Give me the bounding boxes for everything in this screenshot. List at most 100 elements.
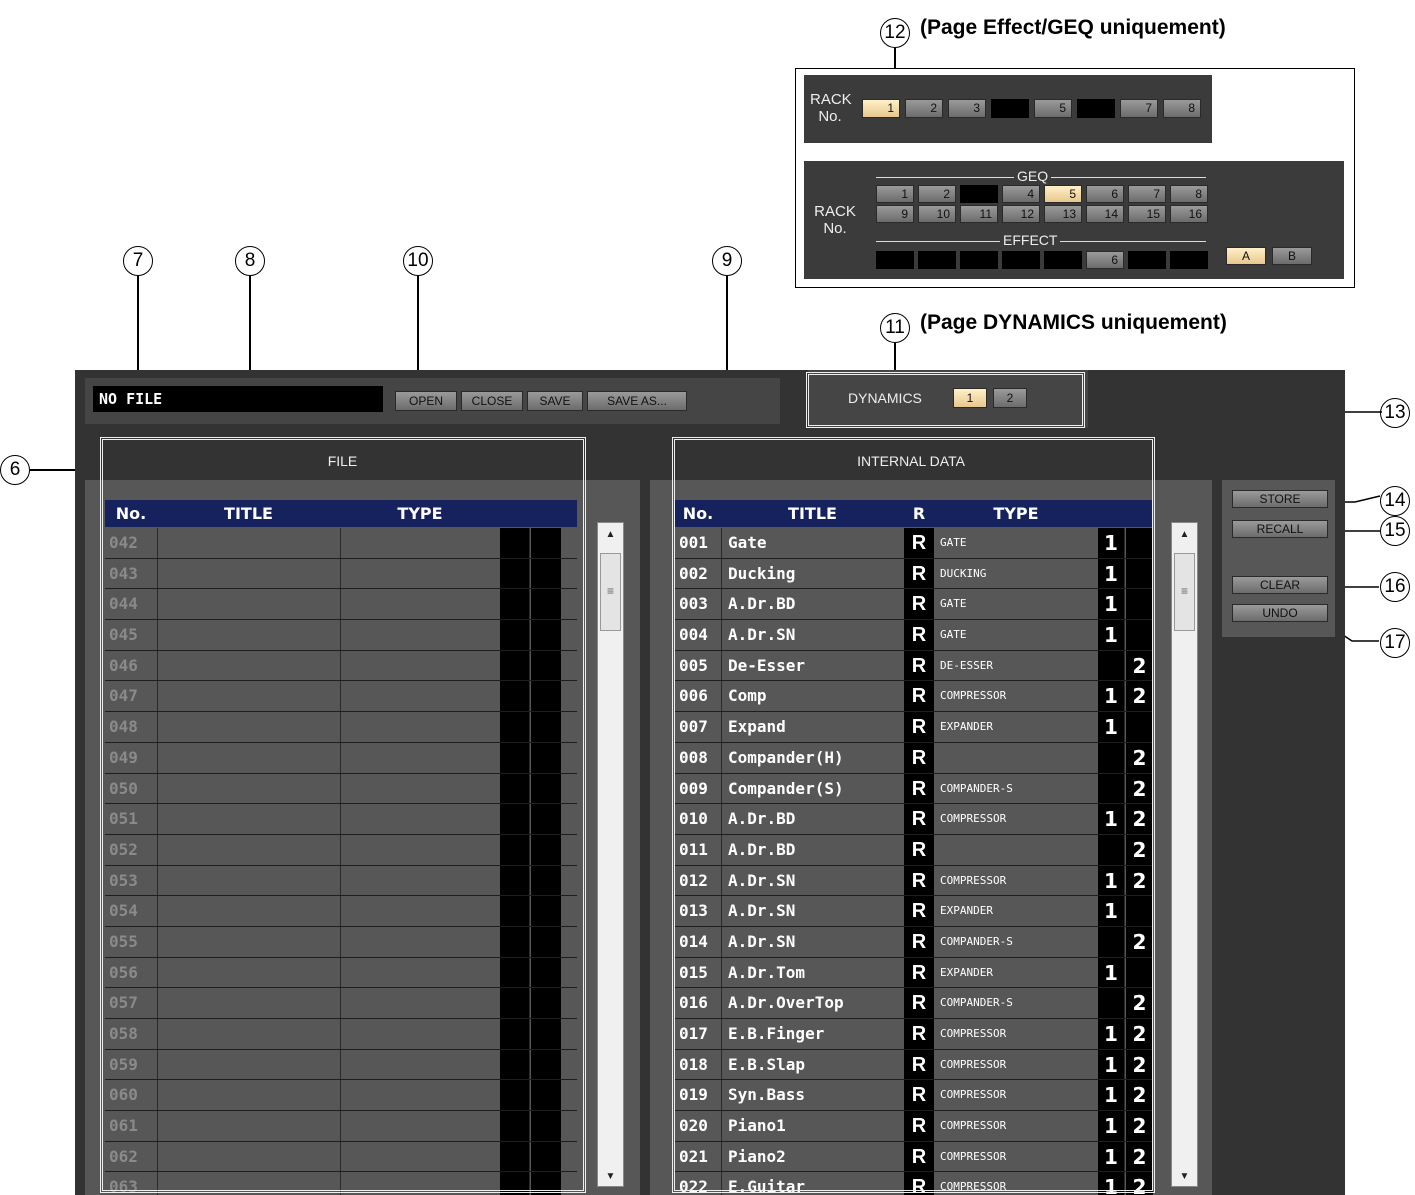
geq-button-4[interactable]: 4 bbox=[1002, 185, 1040, 203]
table-row[interactable]: 002 Ducking R DUCKING 1 bbox=[675, 558, 1153, 590]
table-row[interactable]: 063 bbox=[105, 1172, 577, 1195]
divider bbox=[157, 742, 158, 773]
table-row[interactable]: 019 Syn.Bass R COMPRESSOR 1 2 bbox=[675, 1080, 1153, 1112]
geq-button-14[interactable]: 14 bbox=[1086, 205, 1124, 223]
rack-button-5[interactable]: 5 bbox=[1034, 99, 1072, 118]
table-row[interactable]: 056 bbox=[105, 957, 577, 989]
callout-6: 6 bbox=[0, 455, 30, 485]
table-row[interactable]: 009 Compander(S) R COMPANDER-S 2 bbox=[675, 773, 1153, 805]
table-row[interactable]: 003 A.Dr.BD R GATE 1 bbox=[675, 589, 1153, 621]
table-row[interactable]: 054 bbox=[105, 896, 577, 927]
table-row[interactable]: 010 A.Dr.BD R COMPRESSOR 1 2 bbox=[675, 804, 1153, 835]
table-row[interactable]: 053 bbox=[105, 865, 577, 897]
table-row[interactable]: 060 bbox=[105, 1080, 577, 1112]
dynamics-1-button[interactable]: 1 bbox=[953, 388, 987, 408]
geq-button-15[interactable]: 15 bbox=[1128, 205, 1166, 223]
geq-button-9[interactable]: 9 bbox=[876, 205, 914, 223]
rack-button-3[interactable]: 3 bbox=[948, 99, 986, 118]
table-row[interactable]: 004 A.Dr.SN R GATE 1 bbox=[675, 620, 1153, 651]
geq-button-10[interactable]: 10 bbox=[918, 205, 956, 223]
recall-button[interactable]: RECALL bbox=[1232, 520, 1328, 538]
file-scrollbar[interactable]: ▲ ≡ ▼ bbox=[597, 522, 624, 1187]
divider bbox=[340, 712, 341, 742]
save-button[interactable]: SAVE bbox=[527, 391, 583, 411]
table-row[interactable]: 057 bbox=[105, 988, 577, 1019]
geq-button-11[interactable]: 11 bbox=[960, 205, 998, 223]
table-row[interactable]: 006 Comp R COMPRESSOR 1 2 bbox=[675, 681, 1153, 713]
save-as-button[interactable]: SAVE AS... bbox=[587, 391, 687, 411]
table-row[interactable]: 059 bbox=[105, 1049, 577, 1081]
geq-button-13[interactable]: 13 bbox=[1044, 205, 1082, 223]
table-row[interactable]: 048 bbox=[105, 712, 577, 743]
table-row[interactable]: 020 Piano1 R COMPRESSOR 1 2 bbox=[675, 1111, 1153, 1142]
table-row[interactable]: 058 bbox=[105, 1019, 577, 1050]
row-number: 002 bbox=[679, 563, 708, 583]
table-row[interactable]: 017 E.B.Finger R COMPRESSOR 1 2 bbox=[675, 1019, 1153, 1050]
internal-scroll-thumb[interactable]: ≡ bbox=[1174, 553, 1195, 631]
undo-button[interactable]: UNDO bbox=[1232, 604, 1328, 622]
table-row[interactable]: 061 bbox=[105, 1111, 577, 1142]
table-row[interactable]: 052 bbox=[105, 834, 577, 866]
close-button[interactable]: CLOSE bbox=[461, 391, 523, 411]
table-row[interactable]: 008 Compander(H) R 2 bbox=[675, 742, 1153, 774]
flag-2: 2 bbox=[1126, 773, 1153, 804]
geq-button-8[interactable]: 8 bbox=[1170, 185, 1208, 203]
store-button[interactable]: STORE bbox=[1232, 490, 1328, 508]
rack-button-8[interactable]: 8 bbox=[1163, 99, 1201, 118]
table-row[interactable]: 047 bbox=[105, 681, 577, 713]
table-row[interactable]: 005 De-Esser R DE-ESSER 2 bbox=[675, 650, 1153, 682]
table-row[interactable]: 012 A.Dr.SN R COMPRESSOR 1 2 bbox=[675, 865, 1153, 897]
table-row[interactable]: 042 bbox=[105, 528, 577, 559]
table-row[interactable]: 007 Expand R EXPANDER 1 bbox=[675, 712, 1153, 743]
table-row[interactable]: 018 E.B.Slap R COMPRESSOR 1 2 bbox=[675, 1049, 1153, 1081]
row-number: 059 bbox=[109, 1054, 138, 1074]
rack-button-1[interactable]: 1 bbox=[862, 99, 900, 118]
flag-1: 1 bbox=[1098, 1019, 1125, 1049]
effect-button-6[interactable]: 6 bbox=[1086, 251, 1124, 269]
row-number: 007 bbox=[679, 717, 708, 737]
ab-button-a[interactable]: A bbox=[1226, 247, 1266, 265]
geq-button-7[interactable]: 7 bbox=[1128, 185, 1166, 203]
geq-button-5[interactable]: 5 bbox=[1044, 185, 1082, 203]
table-row[interactable]: 016 A.Dr.OverTop R COMPANDER-S 2 bbox=[675, 988, 1153, 1019]
internal-scrollbar[interactable]: ▲ ≡ ▼ bbox=[1171, 522, 1198, 1187]
scroll-down-icon[interactable]: ▼ bbox=[598, 1171, 623, 1182]
table-row[interactable]: 050 bbox=[105, 773, 577, 805]
geq-button-12[interactable]: 12 bbox=[1002, 205, 1040, 223]
table-row[interactable]: 062 bbox=[105, 1141, 577, 1173]
divider bbox=[340, 957, 341, 988]
table-row[interactable]: 022 E.Guitar R COMPRESSOR 1 2 bbox=[675, 1172, 1153, 1195]
geq-button-1[interactable]: 1 bbox=[876, 185, 914, 203]
geq-button-16[interactable]: 16 bbox=[1170, 205, 1208, 223]
geq-button-2[interactable]: 2 bbox=[918, 185, 956, 203]
table-row[interactable]: 044 bbox=[105, 589, 577, 621]
table-row[interactable]: 046 bbox=[105, 650, 577, 682]
table-row[interactable]: 049 bbox=[105, 742, 577, 774]
table-row[interactable]: 015 A.Dr.Tom R EXPANDER 1 bbox=[675, 957, 1153, 989]
table-row[interactable]: 013 A.Dr.SN R EXPANDER 1 bbox=[675, 896, 1153, 927]
table-row[interactable]: 001 Gate R GATE 1 bbox=[675, 528, 1153, 559]
row-type: GATE bbox=[940, 628, 967, 642]
file-scroll-thumb[interactable]: ≡ bbox=[600, 553, 621, 631]
table-row[interactable]: 055 bbox=[105, 926, 577, 958]
callout-7: 7 bbox=[123, 246, 153, 276]
table-row[interactable]: 051 bbox=[105, 804, 577, 835]
geq-button-6[interactable]: 6 bbox=[1086, 185, 1124, 203]
table-row[interactable]: 014 A.Dr.SN R COMPANDER-S 2 bbox=[675, 926, 1153, 958]
scroll-up-icon[interactable]: ▲ bbox=[598, 529, 623, 540]
open-button[interactable]: OPEN bbox=[395, 391, 457, 411]
dynamics-2-button[interactable]: 2 bbox=[993, 388, 1027, 408]
table-row[interactable]: 043 bbox=[105, 558, 577, 590]
row-number: 049 bbox=[109, 747, 138, 767]
rack-button-2[interactable]: 2 bbox=[905, 99, 943, 118]
clear-button[interactable]: CLEAR bbox=[1232, 576, 1328, 594]
table-row[interactable]: 045 bbox=[105, 620, 577, 651]
table-row[interactable]: 011 A.Dr.BD R 2 bbox=[675, 834, 1153, 866]
row-title: Gate bbox=[721, 528, 904, 558]
row-number: 022 bbox=[679, 1177, 708, 1195]
table-row[interactable]: 021 Piano2 R COMPRESSOR 1 2 bbox=[675, 1141, 1153, 1173]
scroll-up-icon[interactable]: ▲ bbox=[1172, 529, 1197, 540]
ab-button-b[interactable]: B bbox=[1272, 247, 1312, 265]
scroll-down-icon[interactable]: ▼ bbox=[1172, 1171, 1197, 1182]
rack-button-7[interactable]: 7 bbox=[1120, 99, 1158, 118]
